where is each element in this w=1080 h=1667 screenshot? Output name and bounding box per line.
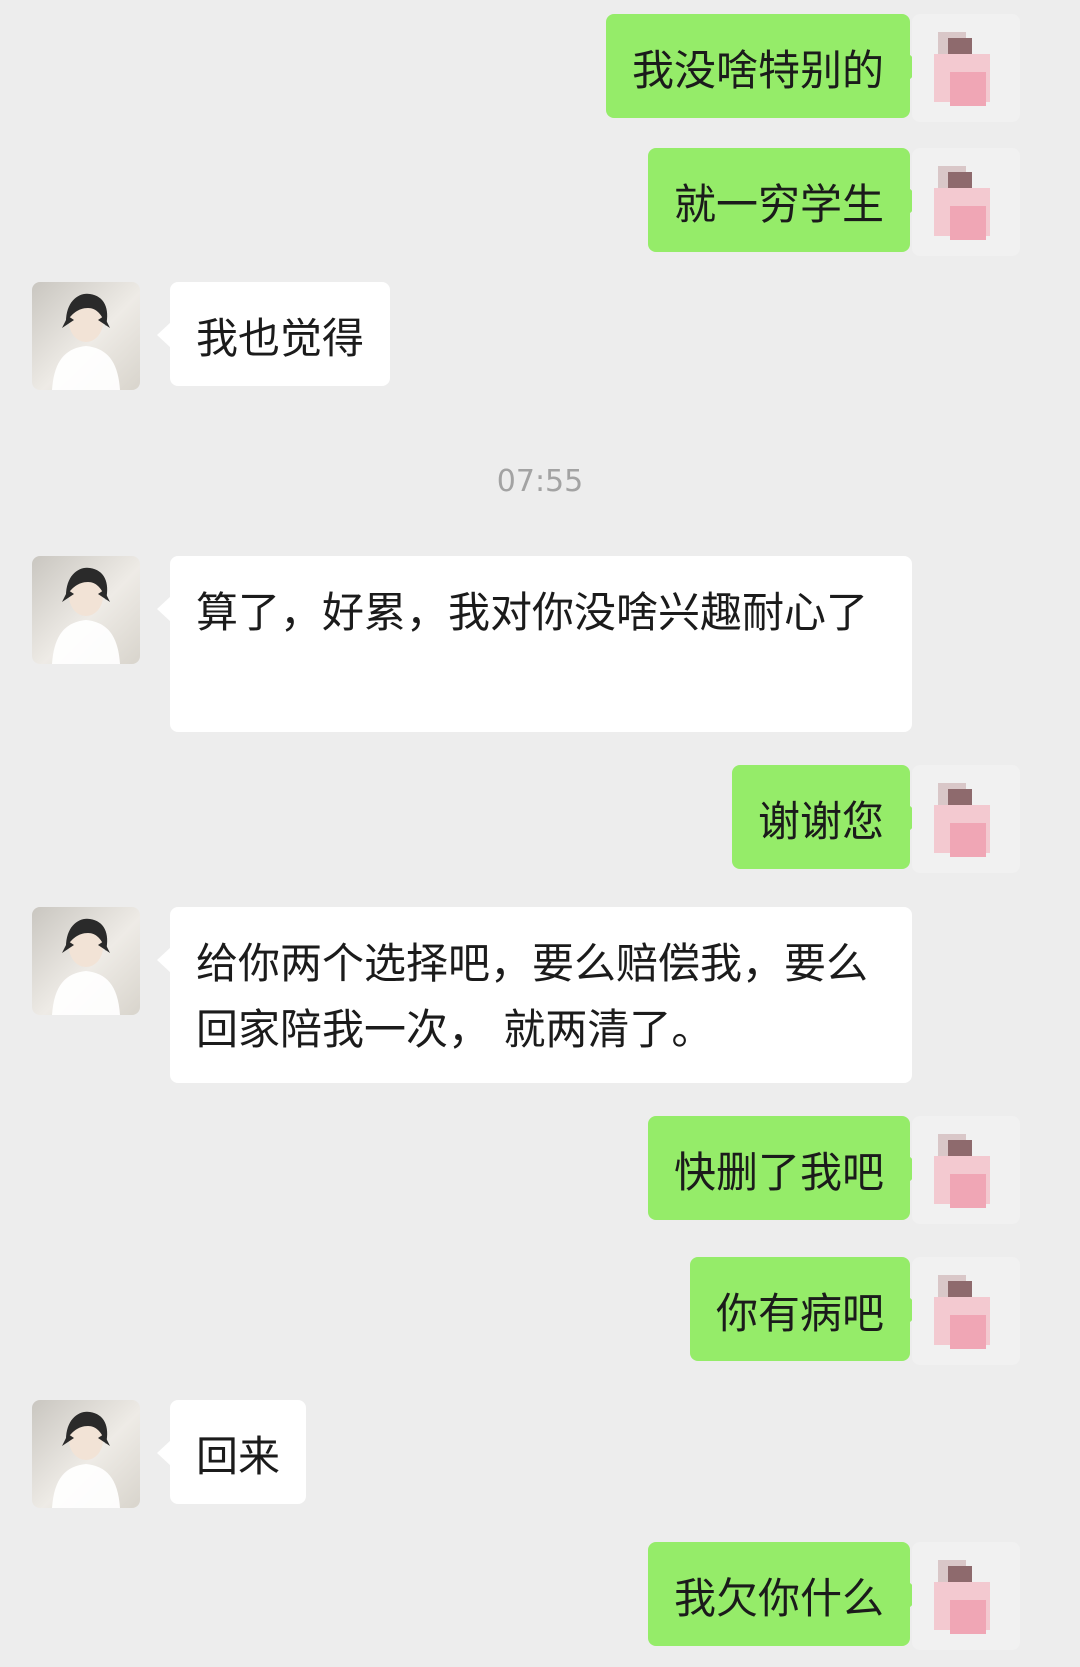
message-row-outgoing: 我欠你什么 [0, 1542, 1080, 1650]
contact-avatar-icon[interactable] [32, 1400, 140, 1508]
message-bubble-outgoing[interactable]: 谢谢您 [731, 765, 924, 869]
my-avatar-icon[interactable] [912, 14, 1020, 122]
message-row-incoming: 我也觉得 [0, 282, 1080, 390]
my-avatar-icon[interactable] [912, 148, 1020, 256]
message-row-incoming: 回来 [0, 1400, 1080, 1508]
message-bubble-outgoing[interactable]: 我欠你什么 [647, 1542, 924, 1646]
message-row-outgoing: 就一穷学生 [0, 148, 1080, 256]
contact-avatar-icon[interactable] [32, 556, 140, 664]
my-avatar-icon[interactable] [912, 1116, 1020, 1224]
message-bubble-incoming[interactable]: 算了，好累，我对你没啥兴趣耐心了 [157, 556, 912, 732]
message-bubble-outgoing[interactable]: 快删了我吧 [647, 1116, 924, 1220]
my-avatar-icon[interactable] [912, 1257, 1020, 1365]
message-bubble-incoming[interactable]: 我也觉得 [156, 282, 391, 386]
message-bubble-outgoing[interactable]: 你有病吧 [689, 1257, 924, 1361]
message-row-outgoing: 谢谢您 [0, 765, 1080, 873]
message-timestamp: 07:55 [496, 464, 584, 499]
message-bubble-outgoing[interactable]: 就一穷学生 [647, 148, 924, 252]
my-avatar-icon[interactable] [912, 1542, 1020, 1650]
message-row-incoming: 给你两个选择吧，要么赔偿我，要么回家陪我一次， 就两清了。 [0, 907, 1080, 1083]
message-row-outgoing: 快删了我吧 [0, 1116, 1080, 1224]
chat-area[interactable]: 我没啥特别的 就一穷学生 我也觉得 07:55 算了，好累，我对你没啥兴趣耐心了… [0, 0, 1080, 1667]
message-row-outgoing: 你有病吧 [0, 1257, 1080, 1365]
message-bubble-outgoing[interactable]: 我没啥特别的 [605, 14, 924, 118]
message-bubble-incoming[interactable]: 给你两个选择吧，要么赔偿我，要么回家陪我一次， 就两清了。 [157, 907, 912, 1083]
message-bubble-incoming[interactable]: 回来 [156, 1400, 307, 1504]
my-avatar-icon[interactable] [912, 765, 1020, 873]
message-row-incoming: 算了，好累，我对你没啥兴趣耐心了 [0, 556, 1080, 732]
contact-avatar-icon[interactable] [32, 907, 140, 1015]
message-row-outgoing: 我没啥特别的 [0, 14, 1080, 122]
contact-avatar-icon[interactable] [32, 282, 140, 390]
